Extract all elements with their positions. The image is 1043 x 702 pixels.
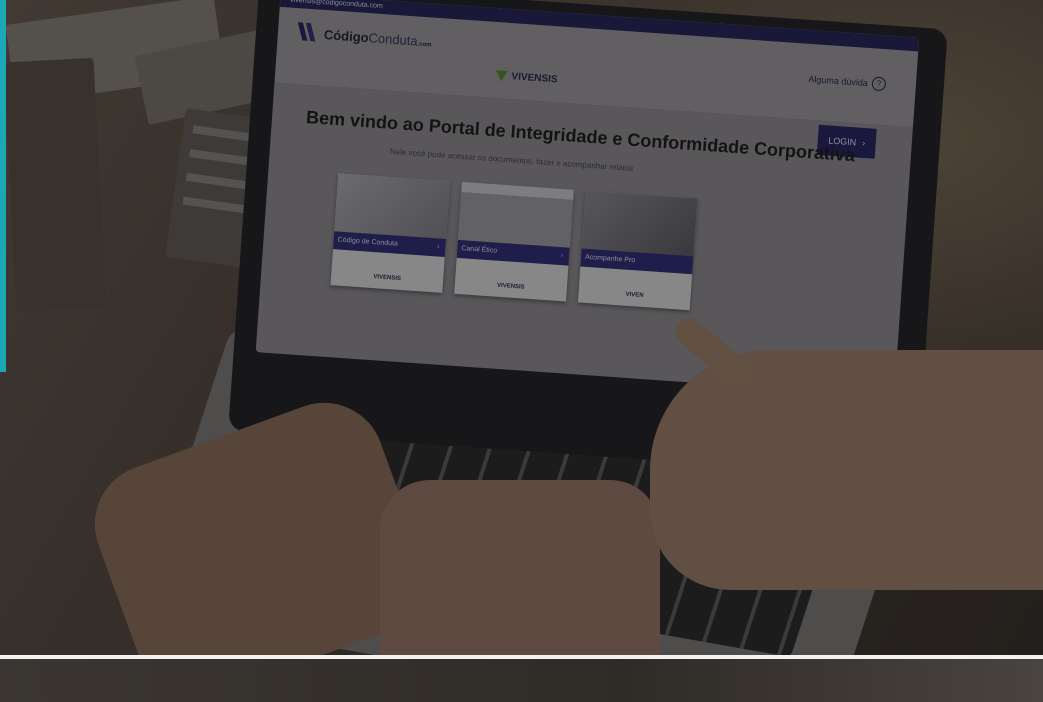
logo-suffix: .com bbox=[417, 41, 432, 49]
vivensis-brand: VIVENSIS bbox=[511, 71, 558, 86]
logo-bold: Código bbox=[323, 26, 370, 45]
card-brand: VIVENSIS bbox=[496, 282, 525, 291]
card-acompanhe[interactable]: Acompanhe Pro VIVEN bbox=[577, 190, 698, 311]
card-label: Código de Conduta bbox=[337, 236, 399, 248]
page-subtitle: Nele você pode acessar os documentos, fa… bbox=[389, 146, 634, 173]
codigo-conduta-logo: CódigoConduta.com bbox=[297, 22, 432, 51]
notebook bbox=[3, 57, 107, 313]
chevron-right-icon: › bbox=[861, 137, 866, 149]
vivensis-logo-icon bbox=[495, 70, 508, 82]
card-brand: VIVEN bbox=[625, 291, 644, 299]
chevron-right-icon: › bbox=[560, 252, 564, 260]
card-label: Acompanhe Pro bbox=[584, 253, 636, 265]
card-label: Canal Ético bbox=[461, 245, 498, 255]
help-link[interactable]: Alguma dúvida ? bbox=[808, 72, 887, 92]
logo-regular: Conduta bbox=[368, 29, 419, 49]
pointing-hand bbox=[650, 350, 1043, 590]
question-circle-icon: ? bbox=[871, 76, 887, 92]
card-list: Código de Conduta › VIVENSIS Canal Ético… bbox=[330, 173, 698, 311]
help-text: Alguma dúvida bbox=[808, 73, 869, 89]
background-photo: vivensis@codigoconduta.com CódigoConduta… bbox=[0, 0, 1043, 702]
chevron-right-icon: › bbox=[436, 243, 440, 251]
codigo-conduta-logo-icon bbox=[297, 22, 318, 43]
bottom-band bbox=[0, 659, 1043, 702]
laptop-screen: vivensis@codigoconduta.com CódigoConduta… bbox=[255, 0, 920, 397]
vivensis-logo: VIVENSIS bbox=[495, 70, 558, 85]
teal-accent-bar bbox=[0, 0, 6, 372]
card-codigo-de-conduta[interactable]: Código de Conduta › VIVENSIS bbox=[330, 173, 451, 293]
card-canal-etico[interactable]: Canal Ético › VIVENSIS bbox=[454, 182, 574, 302]
card-brand: VIVENSIS bbox=[373, 274, 402, 282]
